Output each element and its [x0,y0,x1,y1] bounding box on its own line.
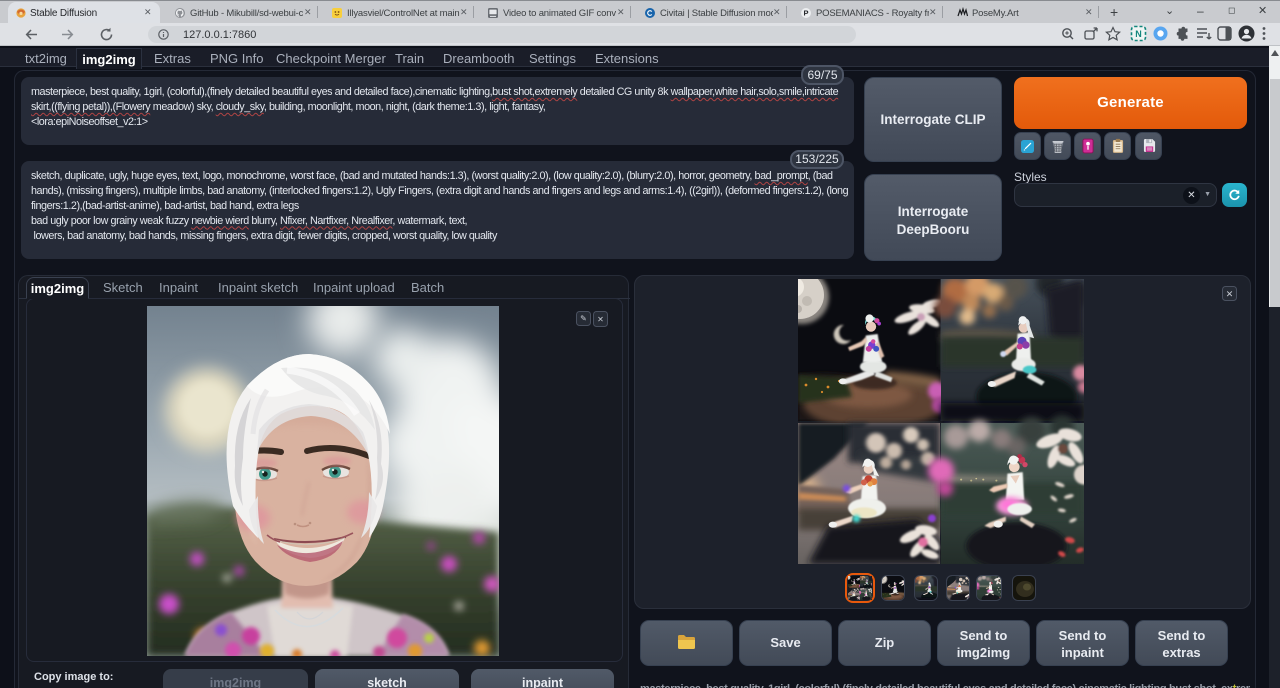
svg-text:N: N [1135,29,1142,39]
svg-text:P: P [803,9,808,18]
